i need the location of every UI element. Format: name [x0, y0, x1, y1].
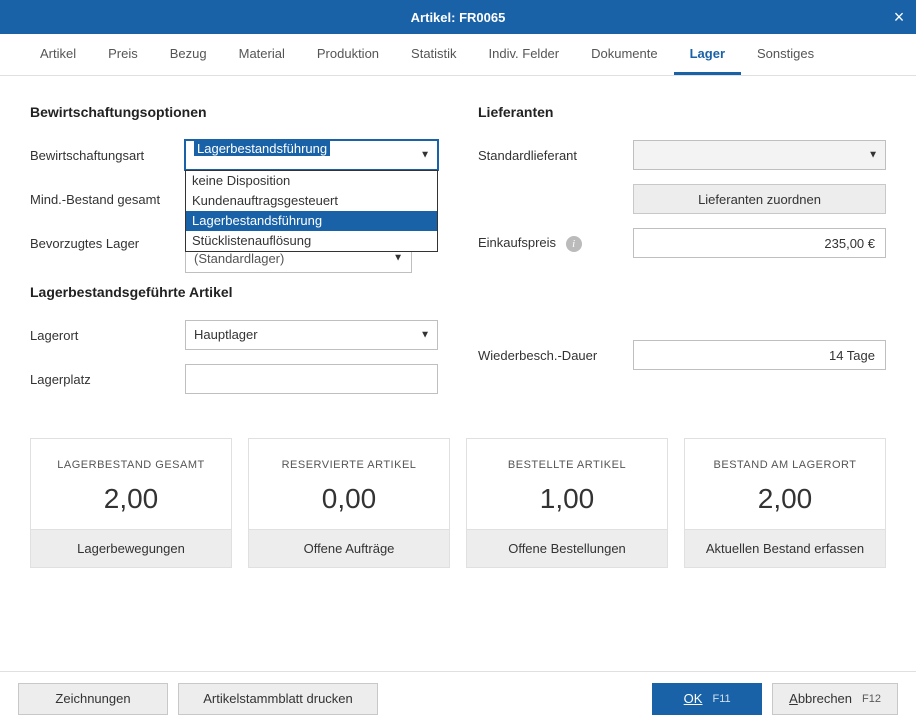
zeichnungen-button[interactable]: Zeichnungen [18, 683, 168, 715]
tab-lager[interactable]: Lager [674, 34, 741, 75]
card-value: 2,00 [41, 483, 221, 515]
dropdown-item[interactable]: Lagerbestandsführung [186, 211, 437, 231]
lagerplatz-input[interactable] [185, 364, 438, 394]
cancel-button[interactable]: Abbrechen F12 [772, 683, 898, 715]
window-title: Artikel: FR0065 [411, 10, 506, 25]
bestand-erfassen-button[interactable]: Aktuellen Bestand erfassen [685, 529, 885, 567]
lagerbewegungen-button[interactable]: Lagerbewegungen [31, 529, 231, 567]
bewirtschaftungsart-dropdown: keine Disposition Kundenauftragsgesteuer… [185, 170, 438, 252]
card-lagerbestand-gesamt: LAGERBESTAND GESAMT 2,00 Lagerbewegungen [30, 438, 232, 568]
section-lagerbestand-title: Lagerbestandsgeführte Artikel [30, 284, 438, 300]
mind-bestand-label: Mind.-Bestand gesamt [30, 192, 185, 207]
lagerort-label: Lagerort [30, 328, 185, 343]
left-column: Bewirtschaftungsoptionen Bewirtschaftung… [30, 104, 438, 408]
card-label: RESERVIERTE ARTIKEL [259, 459, 439, 471]
ok-button[interactable]: OK F11 [652, 683, 762, 715]
standardlieferant-label: Standardlieferant [478, 148, 633, 163]
offene-auftraege-button[interactable]: Offene Aufträge [249, 529, 449, 567]
bewirtschaftungsart-select[interactable]: Lagerbestandsführung [185, 140, 438, 170]
dropdown-item[interactable]: keine Disposition [186, 171, 437, 191]
lagerort-value: Hauptlager [194, 327, 258, 342]
ok-shortcut: F11 [712, 693, 730, 705]
cancel-shortcut: F12 [862, 693, 881, 705]
einkaufspreis-label: Einkaufspreis i [478, 235, 633, 252]
card-label: BESTAND AM LAGERORT [695, 459, 875, 471]
wiederbesch-label: Wiederbesch.-Dauer [478, 348, 633, 363]
tab-produktion[interactable]: Produktion [301, 34, 395, 75]
section-lieferanten-title: Lieferanten [478, 104, 886, 120]
tab-preis[interactable]: Preis [92, 34, 154, 75]
lieferanten-zuordnen-button[interactable]: Lieferanten zuordnen [633, 184, 886, 214]
chevron-down-icon: ▼ [393, 253, 403, 264]
tab-statistik[interactable]: Statistik [395, 34, 473, 75]
bewirtschaftungsart-value: Lagerbestandsführung [194, 141, 330, 156]
dropdown-item[interactable]: Stücklistenauflösung [186, 231, 437, 251]
card-bestand-lagerort: BESTAND AM LAGERORT 2,00 Aktuellen Besta… [684, 438, 886, 568]
ok-label: OK [684, 691, 703, 706]
tab-dokumente[interactable]: Dokumente [575, 34, 673, 75]
bevorzugtes-lager-value: (Standardlager) [194, 251, 284, 266]
right-column: Lieferanten Standardlieferant ▼ Lieferan… [478, 104, 886, 408]
tab-artikel[interactable]: Artikel [24, 34, 92, 75]
lagerort-select[interactable]: Hauptlager [185, 320, 438, 350]
card-value: 0,00 [259, 483, 439, 515]
offene-bestellungen-button[interactable]: Offene Bestellungen [467, 529, 667, 567]
titlebar: Artikel: FR0065 × [0, 0, 916, 34]
tab-bezug[interactable]: Bezug [154, 34, 223, 75]
card-label: BESTELLTE ARTIKEL [477, 459, 657, 471]
footer: Zeichnungen Artikelstammblatt drucken OK… [0, 671, 916, 725]
dropdown-item[interactable]: Kundenauftragsgesteuert [186, 191, 437, 211]
card-reservierte-artikel: RESERVIERTE ARTIKEL 0,00 Offene Aufträge [248, 438, 450, 568]
bewirtschaftungsart-label: Bewirtschaftungsart [30, 148, 185, 163]
card-value: 2,00 [695, 483, 875, 515]
wiederbesch-input[interactable] [633, 340, 886, 370]
card-label: LAGERBESTAND GESAMT [41, 459, 221, 471]
bevorzugtes-lager-label: Bevorzugtes Lager [30, 236, 185, 251]
einkaufspreis-input[interactable] [633, 228, 886, 258]
stammblatt-drucken-button[interactable]: Artikelstammblatt drucken [178, 683, 378, 715]
section-bewirtschaftung-title: Bewirtschaftungsoptionen [30, 104, 438, 120]
lagerplatz-label: Lagerplatz [30, 372, 185, 387]
card-bestellte-artikel: BESTELLTE ARTIKEL 1,00 Offene Bestellung… [466, 438, 668, 568]
close-icon[interactable]: × [882, 0, 916, 34]
tab-sonstiges[interactable]: Sonstiges [741, 34, 830, 75]
info-icon[interactable]: i [566, 236, 582, 252]
card-value: 1,00 [477, 483, 657, 515]
stats-cards: LAGERBESTAND GESAMT 2,00 Lagerbewegungen… [0, 408, 916, 568]
tab-material[interactable]: Material [223, 34, 301, 75]
tab-bar: Artikel Preis Bezug Material Produktion … [0, 34, 916, 76]
tab-indiv-felder[interactable]: Indiv. Felder [473, 34, 576, 75]
standardlieferant-select[interactable] [633, 140, 886, 170]
